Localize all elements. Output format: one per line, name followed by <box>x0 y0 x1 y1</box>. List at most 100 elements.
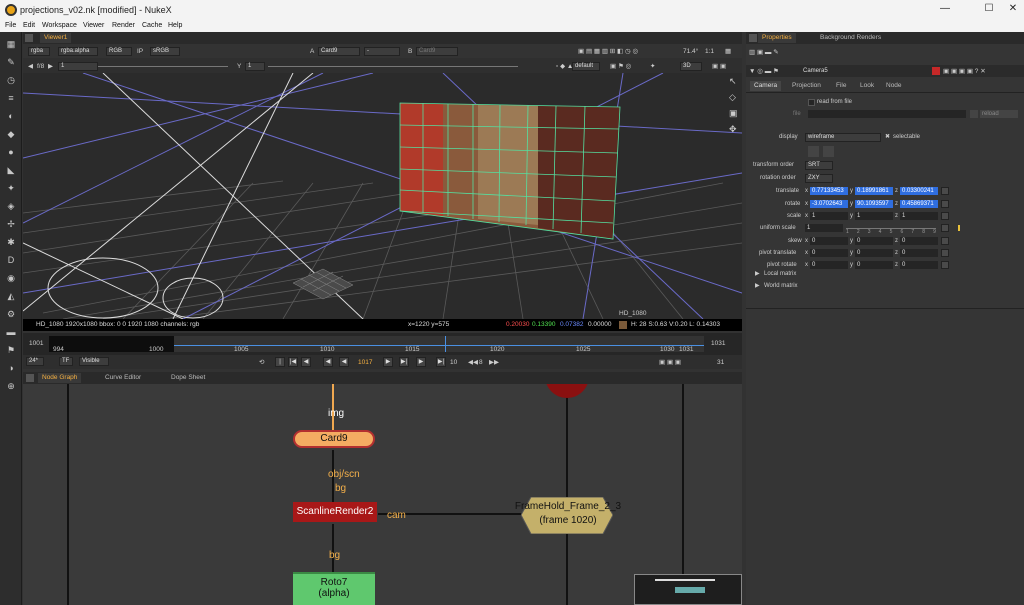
orbit-icon[interactable]: ✦ <box>650 62 655 71</box>
viewer-icons[interactable]: ▣ ▤ ▦ ▥ ⊞ ◧ ◷ ◎ <box>578 47 638 56</box>
close-button[interactable]: ✕ <box>1006 3 1020 17</box>
rotate-y-field[interactable]: 90.1093597 <box>855 200 893 208</box>
select-vertex-icon[interactable]: ◇ <box>729 93 736 102</box>
loop-icon[interactable]: ⟲ <box>259 358 264 367</box>
pivot-rotate-x-field[interactable]: 0 <box>810 261 848 269</box>
menu-help[interactable]: Help <box>168 22 182 29</box>
menu-file[interactable]: File <box>5 22 16 29</box>
bottom-pane-menu-icon[interactable] <box>26 374 34 382</box>
pivot-translate-x-field[interactable]: 0 <box>810 249 848 257</box>
file-field[interactable] <box>808 110 966 118</box>
prev-frame-button[interactable]: ◀ <box>323 357 333 367</box>
tab-curve-editor[interactable]: Curve Editor <box>101 373 146 383</box>
menu-edit[interactable]: Edit <box>23 22 35 29</box>
merge-icon[interactable]: ◣ <box>5 164 17 176</box>
deep-icon[interactable]: ✱ <box>5 236 17 248</box>
next-key-button[interactable]: ▶ <box>416 357 426 367</box>
tab-node-graph[interactable]: Node Graph <box>38 373 82 383</box>
minimize-button[interactable]: — <box>938 3 952 17</box>
timeline-bar[interactable]: 1001 994 1000 1005 1010 1015 1020 1025 1… <box>23 333 742 355</box>
gamma-slider[interactable] <box>268 66 518 67</box>
rgb-dropdown[interactable]: RGB <box>106 47 132 56</box>
projection-card[interactable] <box>399 102 621 240</box>
play-forward-button[interactable]: ▶ <box>383 357 393 367</box>
ratio-value[interactable]: 1:1 <box>705 47 714 56</box>
color-icon[interactable]: ◐ <box>5 110 17 122</box>
scale-z-field[interactable]: 1 <box>900 212 938 220</box>
pane-menu-icon[interactable] <box>25 34 33 42</box>
particles-icon[interactable]: ✢ <box>5 218 17 230</box>
gain-arrow-right-icon[interactable]: ▶ <box>48 62 53 71</box>
keyer-icon[interactable]: ● <box>5 146 17 158</box>
node-graph-navigator[interactable] <box>634 574 742 605</box>
uniform-scale-field[interactable]: 1 <box>805 224 843 232</box>
menu-render[interactable]: Render <box>112 22 135 29</box>
tab-camera[interactable]: Camera <box>750 81 782 91</box>
viewer-grid-icon[interactable]: ▦ <box>725 47 731 56</box>
viewer-3d-viewport[interactable]: HD_1080 ↖ ◇ ▣ ✥ <box>23 73 742 319</box>
scale-y-field[interactable]: 1 <box>855 212 893 220</box>
transform-order-dropdown[interactable]: SRT <box>805 161 833 170</box>
viewer-extra-icons[interactable]: ▣ ▣ <box>712 62 726 71</box>
visible-dropdown[interactable]: Visible <box>79 357 109 366</box>
ip-button[interactable]: IP <box>137 47 143 56</box>
frame-step[interactable]: 10 <box>450 358 457 367</box>
filter-icon[interactable]: ◆ <box>5 128 17 140</box>
last-frame-button[interactable]: ▶| <box>436 357 446 367</box>
world-matrix-expander[interactable]: ▶ <box>755 282 760 290</box>
playhead[interactable] <box>445 336 446 352</box>
roto7-node[interactable]: Roto7 (alpha) <box>293 572 375 605</box>
skew-anim-icon[interactable] <box>941 237 949 245</box>
current-frame[interactable]: 1017 <box>358 358 372 367</box>
toolsets-icon[interactable]: ◭ <box>5 290 17 302</box>
transform-icon[interactable]: ✦ <box>5 182 17 194</box>
pivot-rotate-y-field[interactable]: 0 <box>855 261 893 269</box>
draw-icon[interactable]: ✎ <box>5 56 17 68</box>
other-icon[interactable]: ⚙ <box>5 308 17 320</box>
3d-icon[interactable]: ◈ <box>5 200 17 212</box>
pivot-translate-anim-icon[interactable] <box>941 249 949 257</box>
tf-dropdown[interactable]: TF <box>59 357 73 366</box>
scale-anim-icon[interactable] <box>941 212 949 220</box>
first-frame-button[interactable]: |◀ <box>288 357 298 367</box>
world-matrix-label[interactable]: World matrix <box>764 282 798 290</box>
uniform-anim-icon[interactable] <box>941 224 949 232</box>
display-icon-2[interactable] <box>823 146 834 157</box>
metadata-icon[interactable]: ◉ <box>5 272 17 284</box>
play-back-button[interactable]: ◀ <box>339 357 349 367</box>
rotate-z-field[interactable]: 0.45869371 <box>900 200 938 208</box>
gain-arrow-icon[interactable]: ◀ <box>28 62 33 71</box>
skew-x-field[interactable]: 0 <box>810 237 848 245</box>
translate-y-field[interactable]: 0.18991861 <box>855 187 893 195</box>
gizmo-icon[interactable]: ⚑ <box>5 344 17 356</box>
viewer-icons-row2b[interactable]: ▣ ⚑ ◎ <box>610 62 631 71</box>
tab-node[interactable]: Node <box>882 81 906 91</box>
tab-look[interactable]: Look <box>856 81 878 91</box>
time-icon[interactable]: ◷ <box>5 74 17 86</box>
framehold-node-label[interactable]: FrameHold_Frame_2_3 <box>493 501 643 512</box>
skew-z-field[interactable]: 0 <box>900 237 938 245</box>
rotate-anim-icon[interactable] <box>941 200 949 208</box>
properties-pane-menu-icon[interactable] <box>749 34 757 42</box>
select-tool-icon[interactable]: ↖ <box>729 77 737 86</box>
default-dropdown[interactable]: default <box>572 62 600 71</box>
pivot-translate-y-field[interactable]: 0 <box>855 249 893 257</box>
compare-dropdown[interactable]: - <box>364 47 400 56</box>
tab-viewer1[interactable]: Viewer1 <box>40 33 72 43</box>
next-frame-button[interactable]: ▶| <box>399 357 409 367</box>
viewer-icons-row2[interactable]: ▫ ◆ ▲ <box>556 62 573 71</box>
display-dropdown[interactable]: wireframe <box>805 133 881 142</box>
step-back-button[interactable]: | <box>275 357 285 367</box>
views-icon[interactable]: D <box>5 254 17 266</box>
playback-icons[interactable]: ▣ ▣ ▣ <box>659 358 681 367</box>
translate-anim-icon[interactable] <box>941 187 949 195</box>
b-input-dropdown[interactable]: Card9 <box>416 47 458 56</box>
node-graph[interactable]: img Card9 obj/scn bg ScanlineRender2 cam… <box>23 384 742 605</box>
pivot-rotate-anim-icon[interactable] <box>941 261 949 269</box>
reload-button[interactable]: reload <box>980 110 1018 118</box>
maximize-button[interactable]: ☐ <box>982 3 996 17</box>
ground-card-wireframe[interactable] <box>292 268 354 300</box>
file-browse-icon[interactable] <box>970 110 978 118</box>
fstop-value[interactable]: f/8 <box>37 62 44 71</box>
tab-file[interactable]: File <box>832 81 850 91</box>
